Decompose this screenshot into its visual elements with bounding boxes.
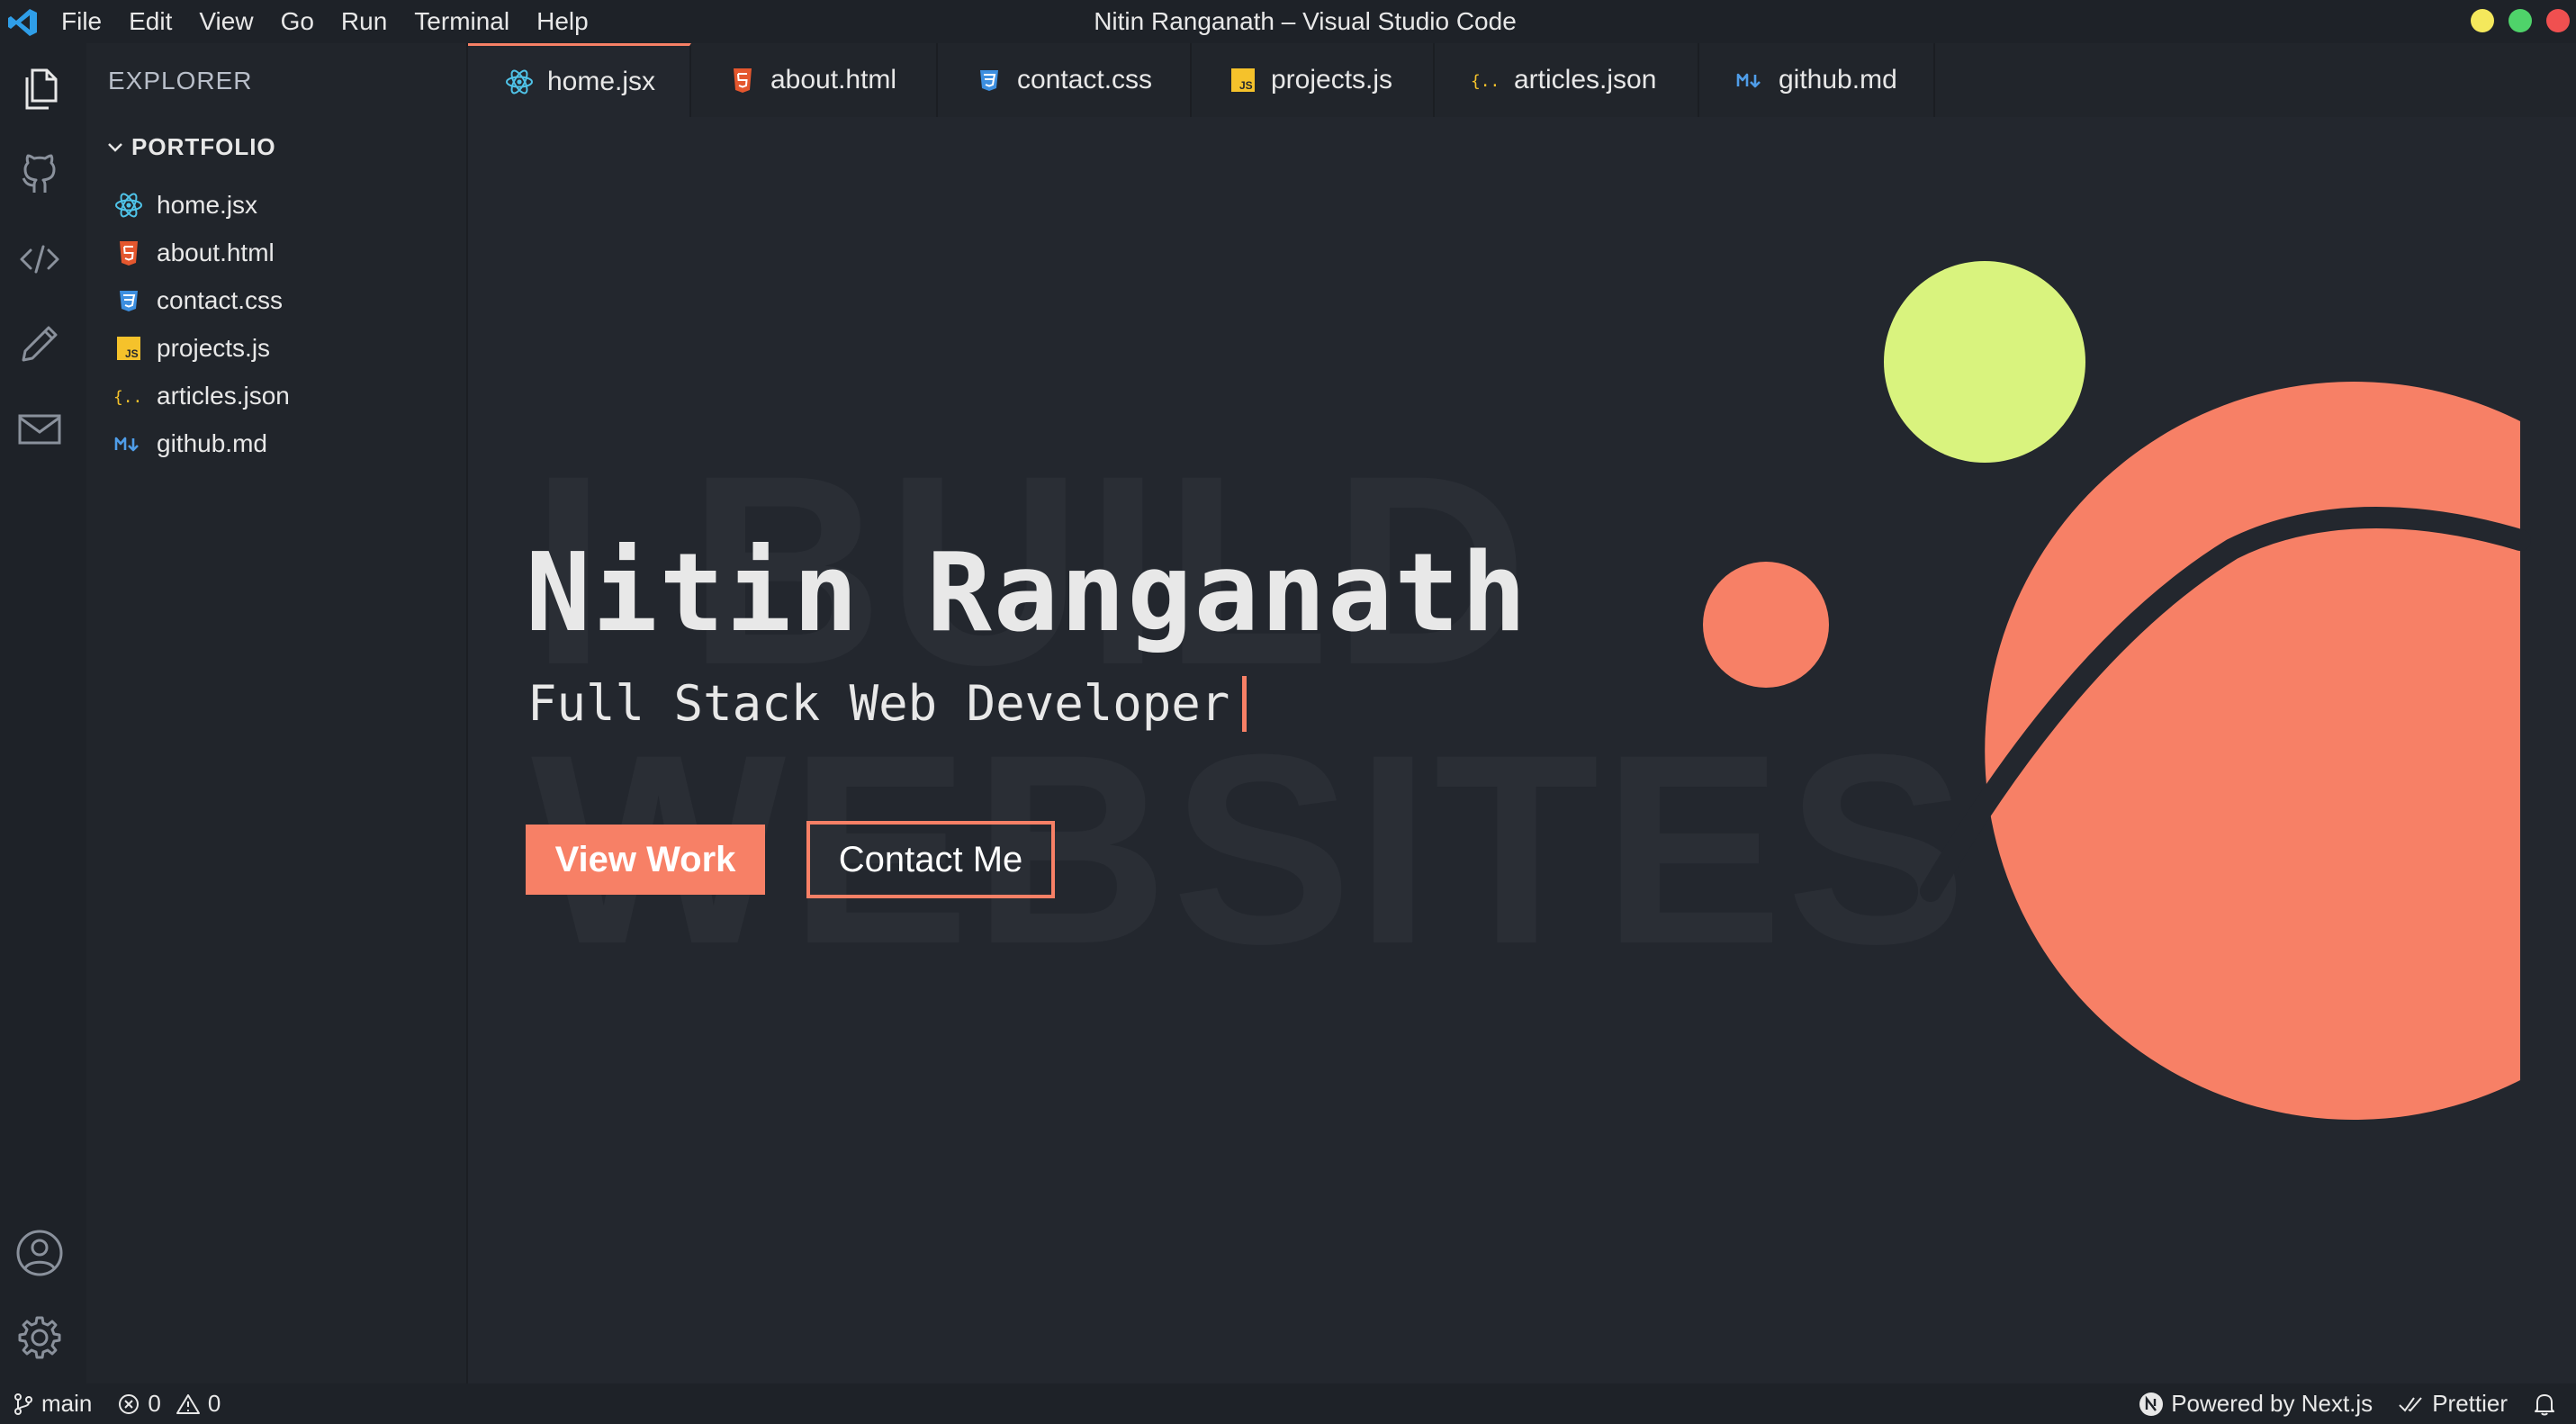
- lime-circle: [1884, 261, 2085, 463]
- hero-name: Nitin Ranganath: [526, 531, 1528, 656]
- file-label: github.md: [157, 429, 267, 457]
- file-item-home-jsx[interactable]: home.jsx: [113, 185, 257, 226]
- status-bar: main 0 0 Powered by Next.js Prettier: [0, 1383, 2576, 1424]
- powered-by-label: Powered by Next.js: [2171, 1390, 2373, 1417]
- menu-run[interactable]: Run: [341, 7, 387, 36]
- menu-edit[interactable]: Edit: [129, 7, 172, 36]
- hero-role-text: Full Stack Web Developer: [527, 675, 1230, 732]
- tab-label: home.jsx: [547, 66, 656, 96]
- javascript-icon: JS: [1228, 65, 1258, 95]
- react-icon: [113, 190, 144, 221]
- javascript-icon: JS: [113, 333, 144, 364]
- file-item-about-html[interactable]: about.html: [113, 232, 275, 274]
- mail-icon[interactable]: [13, 401, 67, 455]
- tab-label: projects.js: [1271, 65, 1393, 95]
- menu-view[interactable]: View: [199, 7, 253, 36]
- menu-file[interactable]: File: [61, 7, 102, 36]
- github-icon[interactable]: [13, 148, 67, 202]
- problems-indicator[interactable]: 0 0: [117, 1390, 221, 1418]
- file-label: articles.json: [157, 382, 290, 410]
- contact-me-button[interactable]: Contact Me: [806, 821, 1055, 898]
- html5-icon: [113, 238, 144, 268]
- view-work-button[interactable]: View Work: [526, 825, 765, 895]
- html5-icon: [727, 65, 758, 95]
- nextjs-icon: [2139, 1392, 2164, 1416]
- svg-text:JS: JS: [125, 347, 139, 360]
- tab-label: articles.json: [1514, 65, 1657, 95]
- error-icon: [119, 1393, 140, 1414]
- branch-indicator[interactable]: main: [13, 1390, 92, 1418]
- branch-name: main: [41, 1390, 93, 1417]
- file-item-articles-json[interactable]: {..} articles.json: [113, 375, 290, 417]
- tab-github-md[interactable]: github.md: [1699, 43, 1935, 117]
- explorer-title: EXPLORER: [108, 67, 253, 95]
- formatter-label: Prettier: [2432, 1390, 2508, 1417]
- tab-about-html[interactable]: about.html: [691, 43, 938, 117]
- tab-articles-json[interactable]: {..} articles.json: [1435, 43, 1699, 117]
- json-icon: {..}: [113, 381, 144, 411]
- menu-go[interactable]: Go: [281, 7, 314, 36]
- bell-icon: [2535, 1393, 2554, 1415]
- svg-text:{..}: {..}: [1471, 72, 1501, 91]
- tab-label: github.md: [1779, 65, 1897, 95]
- tab-contact-css[interactable]: contact.css: [938, 43, 1192, 117]
- menu-terminal[interactable]: Terminal: [414, 7, 509, 36]
- window-title: Nitin Ranganath – Visual Studio Code: [1094, 7, 1517, 35]
- account-icon[interactable]: [13, 1226, 67, 1280]
- error-count: 0: [148, 1390, 161, 1417]
- tab-projects-js[interactable]: JS projects.js: [1192, 43, 1435, 117]
- close-button[interactable]: [2546, 9, 2570, 32]
- tab-label: about.html: [770, 65, 897, 95]
- hero-role: Full Stack Web Developer: [527, 675, 1247, 732]
- json-icon: {..}: [1471, 65, 1501, 95]
- activity-bar: [0, 43, 86, 1383]
- chevron-down-icon: [108, 142, 122, 152]
- settings-gear-icon[interactable]: [13, 1311, 67, 1365]
- menu-bar: File Edit View Go Run Terminal Help: [61, 0, 616, 43]
- css3-icon: [113, 285, 144, 316]
- editor-area: I BUILD WEBSITES Nitin Ranganath Full St…: [468, 117, 2576, 1383]
- typing-cursor: [1242, 675, 1247, 732]
- react-icon: [504, 67, 535, 97]
- maximize-button[interactable]: [2508, 9, 2532, 32]
- tab-label: contact.css: [1017, 65, 1153, 95]
- small-coral-circle: [1703, 562, 1829, 688]
- file-label: about.html: [157, 239, 275, 266]
- vscode-logo-icon: [8, 9, 37, 36]
- css3-icon: [974, 65, 1004, 95]
- svg-text:{..}: {..}: [113, 388, 144, 407]
- editor-tab-bar: home.jsx about.html contact.css JS proje…: [468, 43, 2576, 117]
- hero-artwork: [1703, 261, 2531, 1120]
- double-check-icon: [2399, 1396, 2422, 1412]
- pencil-icon[interactable]: [13, 317, 67, 371]
- files-icon[interactable]: [13, 61, 67, 115]
- file-item-contact-css[interactable]: contact.css: [113, 280, 283, 321]
- explorer-sidebar: EXPLORER PORTFOLIO home.jsx about.html c…: [86, 43, 468, 1383]
- notifications-button[interactable]: [2533, 1392, 2563, 1417]
- file-item-github-md[interactable]: github.md: [113, 423, 267, 464]
- warning-count: 0: [207, 1390, 221, 1417]
- markdown-icon: [1735, 65, 1766, 95]
- folder-portfolio[interactable]: PORTFOLIO: [104, 133, 276, 161]
- large-coral-shape: [1985, 381, 2520, 1120]
- title-bar: File Edit View Go Run Terminal Help Niti…: [0, 0, 2576, 43]
- file-label: contact.css: [157, 286, 284, 314]
- file-item-projects-js[interactable]: JS projects.js: [113, 328, 270, 369]
- powered-by-nextjs[interactable]: Powered by Next.js: [2139, 1390, 2373, 1418]
- svg-text:JS: JS: [1239, 79, 1253, 92]
- markdown-icon: [113, 428, 144, 459]
- folder-label: PORTFOLIO: [131, 133, 276, 160]
- warning-icon: [176, 1393, 200, 1414]
- file-label: projects.js: [157, 334, 271, 362]
- prettier-indicator[interactable]: Prettier: [2398, 1390, 2508, 1418]
- file-label: home.jsx: [157, 191, 258, 219]
- menu-help[interactable]: Help: [536, 7, 589, 36]
- minimize-button[interactable]: [2471, 9, 2494, 32]
- code-icon[interactable]: [13, 232, 67, 286]
- git-branch-icon: [14, 1392, 32, 1415]
- tab-home-jsx[interactable]: home.jsx: [468, 43, 691, 117]
